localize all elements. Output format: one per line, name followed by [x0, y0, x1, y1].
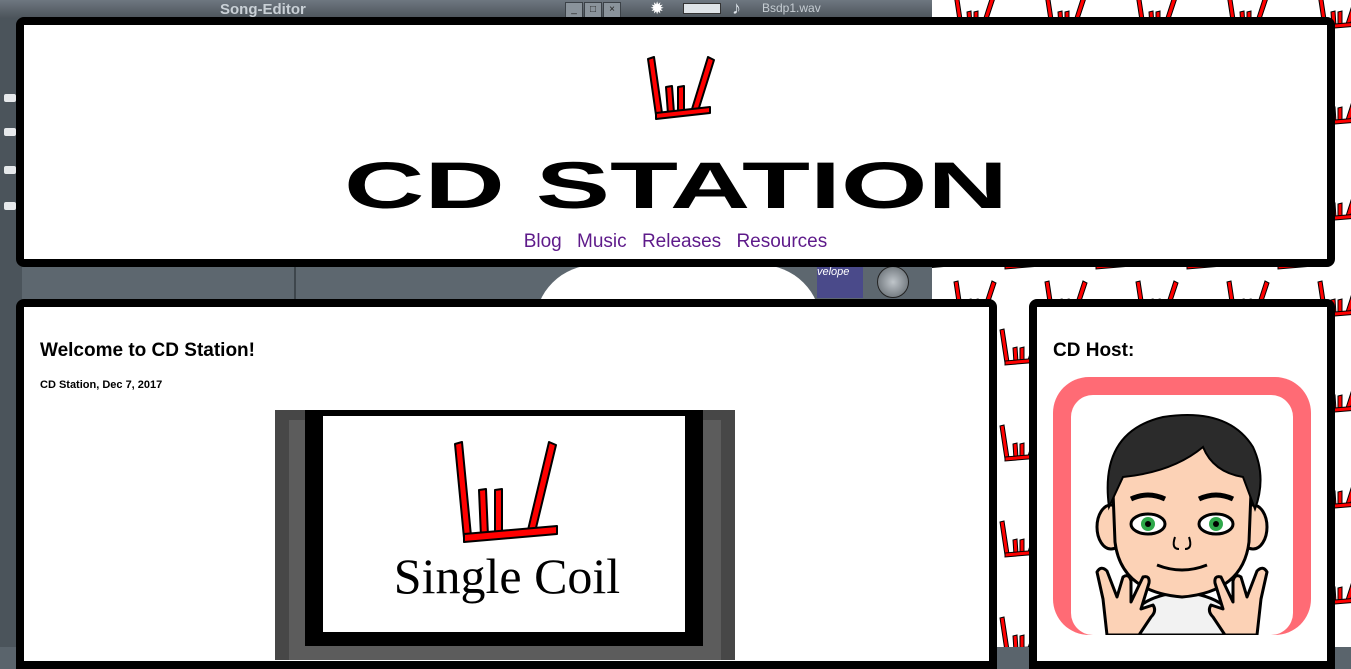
sidebar-card: CD Host:	[1029, 299, 1335, 669]
site-name: CD STATION	[344, 161, 1008, 211]
post-title[interactable]: Welcome to CD Station!	[40, 340, 255, 362]
track-toggle	[4, 128, 16, 136]
nav-releases-link[interactable]: Releases	[642, 231, 721, 252]
site-header: CD STATION Blog Music Releases Resources	[16, 17, 1335, 267]
site-wordmark: CD STATION	[344, 161, 1008, 211]
envelope-label: velope	[817, 266, 863, 298]
daw-window-title: Song-Editor	[220, 1, 306, 18]
nav-music-link[interactable]: Music	[577, 231, 627, 252]
minimize-icon: _	[565, 2, 583, 18]
nav-blog-link[interactable]: Blog	[524, 231, 562, 252]
maximize-icon: □	[584, 2, 602, 18]
blog-post-card: Welcome to CD Station! CD Station, Dec 7…	[16, 299, 997, 669]
rock-hand-logo-icon	[647, 56, 715, 120]
track-toggle	[4, 202, 16, 210]
close-icon: ×	[603, 2, 621, 18]
track-toggle	[4, 94, 16, 102]
track-toggle	[4, 166, 16, 174]
post-image: Single Coil	[275, 410, 735, 660]
amount-knob	[877, 266, 909, 298]
post-meta: CD Station, Dec 7, 2017	[40, 379, 163, 391]
volume-slider	[683, 3, 721, 14]
main-nav: Blog Music Releases Resources	[24, 231, 1327, 253]
nav-resources-link[interactable]: Resources	[736, 231, 827, 252]
host-avatar	[1053, 377, 1311, 635]
sidebar-title: CD Host:	[1053, 340, 1135, 361]
sample-filename: Bsdp1.wav	[762, 1, 821, 15]
image-caption: Single Coil	[394, 548, 620, 604]
